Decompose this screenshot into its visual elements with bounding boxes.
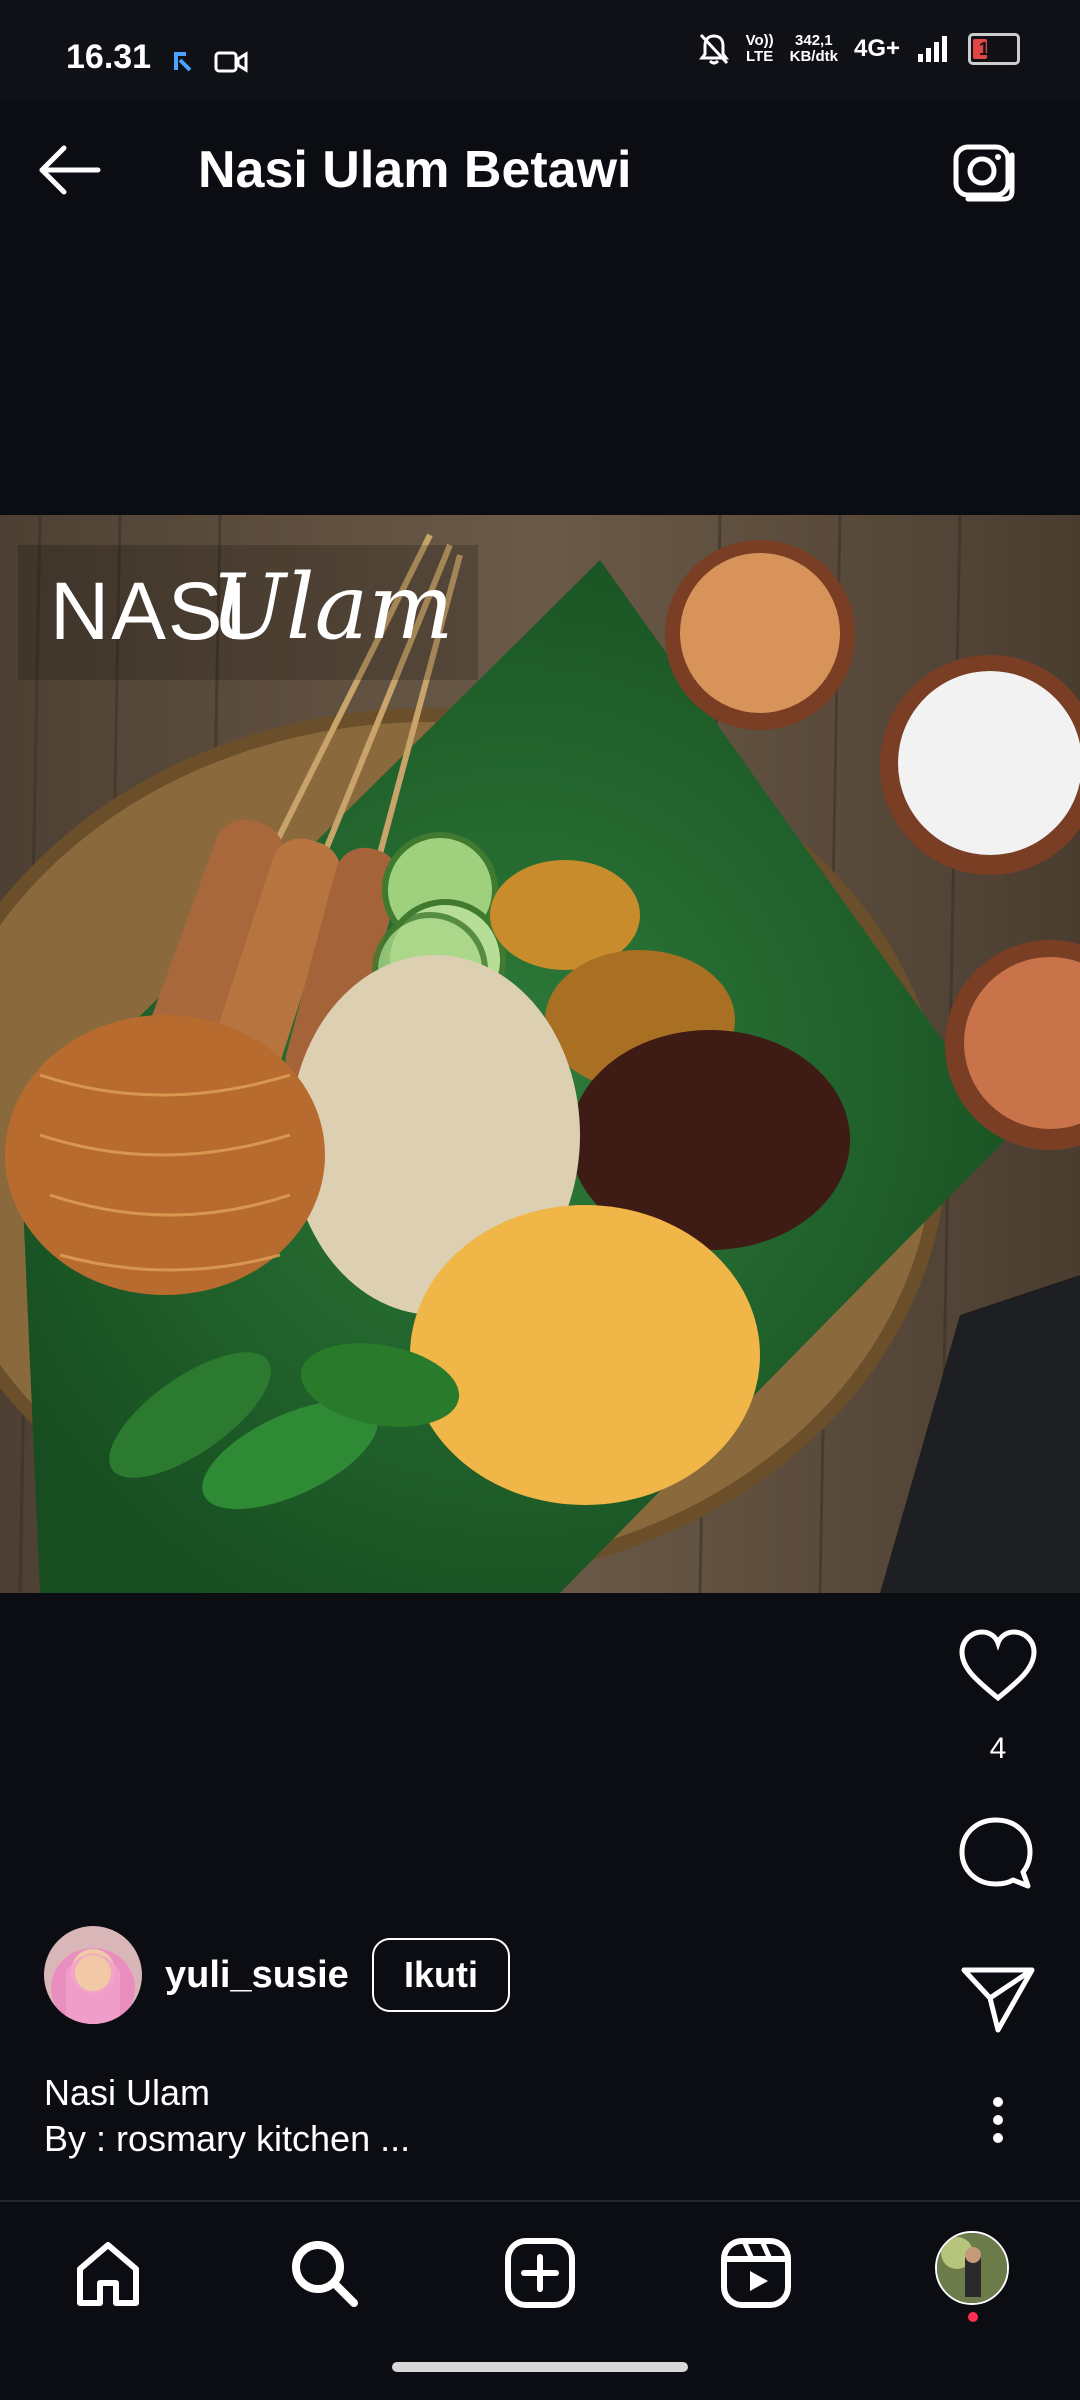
search-icon — [292, 2241, 358, 2307]
status-time: 16.31 — [66, 38, 152, 76]
follow-button[interactable]: Ikuti — [372, 1938, 510, 2012]
heart-icon — [959, 1629, 1037, 1702]
back-button[interactable] — [34, 140, 114, 200]
send-icon — [961, 1967, 1035, 2033]
reels-icon — [721, 2238, 791, 2308]
like-count: 4 — [989, 1732, 1007, 1765]
comment-icon — [959, 1817, 1033, 1889]
username[interactable]: yuli_susie — [165, 1954, 349, 1997]
more-vertical-icon — [993, 2097, 1003, 2143]
nav-search[interactable] — [286, 2235, 362, 2311]
camera-icon — [953, 144, 1015, 202]
network-rate: 342,1 KB/dtk — [789, 32, 838, 65]
nav-reels[interactable] — [718, 2235, 794, 2311]
home-icon — [77, 2242, 139, 2306]
profile-avatar — [937, 2233, 1007, 2303]
comment-button[interactable] — [956, 1814, 1036, 1899]
avatar[interactable] — [44, 1926, 142, 2024]
nav-divider — [0, 2200, 1080, 2202]
nav-create[interactable] — [502, 2235, 578, 2311]
add-icon — [505, 2238, 575, 2308]
camera-button[interactable] — [950, 135, 1030, 215]
arrow-left-icon — [39, 145, 101, 195]
mute-bell-icon — [698, 33, 729, 65]
notification-dot — [968, 2312, 978, 2322]
nav-home[interactable] — [70, 2235, 146, 2311]
battery-icon: 17 — [968, 33, 1020, 65]
status-icons: Vo)) LTE 342,1 KB/dtk 4G+ 17 — [698, 32, 1020, 66]
signal-icon — [918, 36, 947, 62]
nav-profile[interactable] — [935, 2231, 1009, 2305]
share-button[interactable] — [958, 1962, 1038, 2039]
more-options-button[interactable] — [980, 2092, 1016, 2152]
caption-title: Nasi Ulam — [44, 2072, 211, 2113]
post-image[interactable]: NASI Ulam — [0, 515, 1080, 1593]
volte-icon: Vo)) LTE — [745, 32, 774, 65]
video-record-icon — [214, 50, 248, 79]
home-indicator[interactable] — [392, 2362, 688, 2372]
caption-text[interactable]: By : rosmary kitchen ... — [44, 2118, 410, 2160]
image-overlay-text-ulam: Ulam — [210, 555, 454, 660]
like-button[interactable] — [956, 1628, 1040, 1709]
network-type: 4G+ — [853, 35, 900, 62]
notification-app-icon — [170, 48, 194, 79]
page-title: Nasi Ulam Betawi — [198, 141, 632, 199]
